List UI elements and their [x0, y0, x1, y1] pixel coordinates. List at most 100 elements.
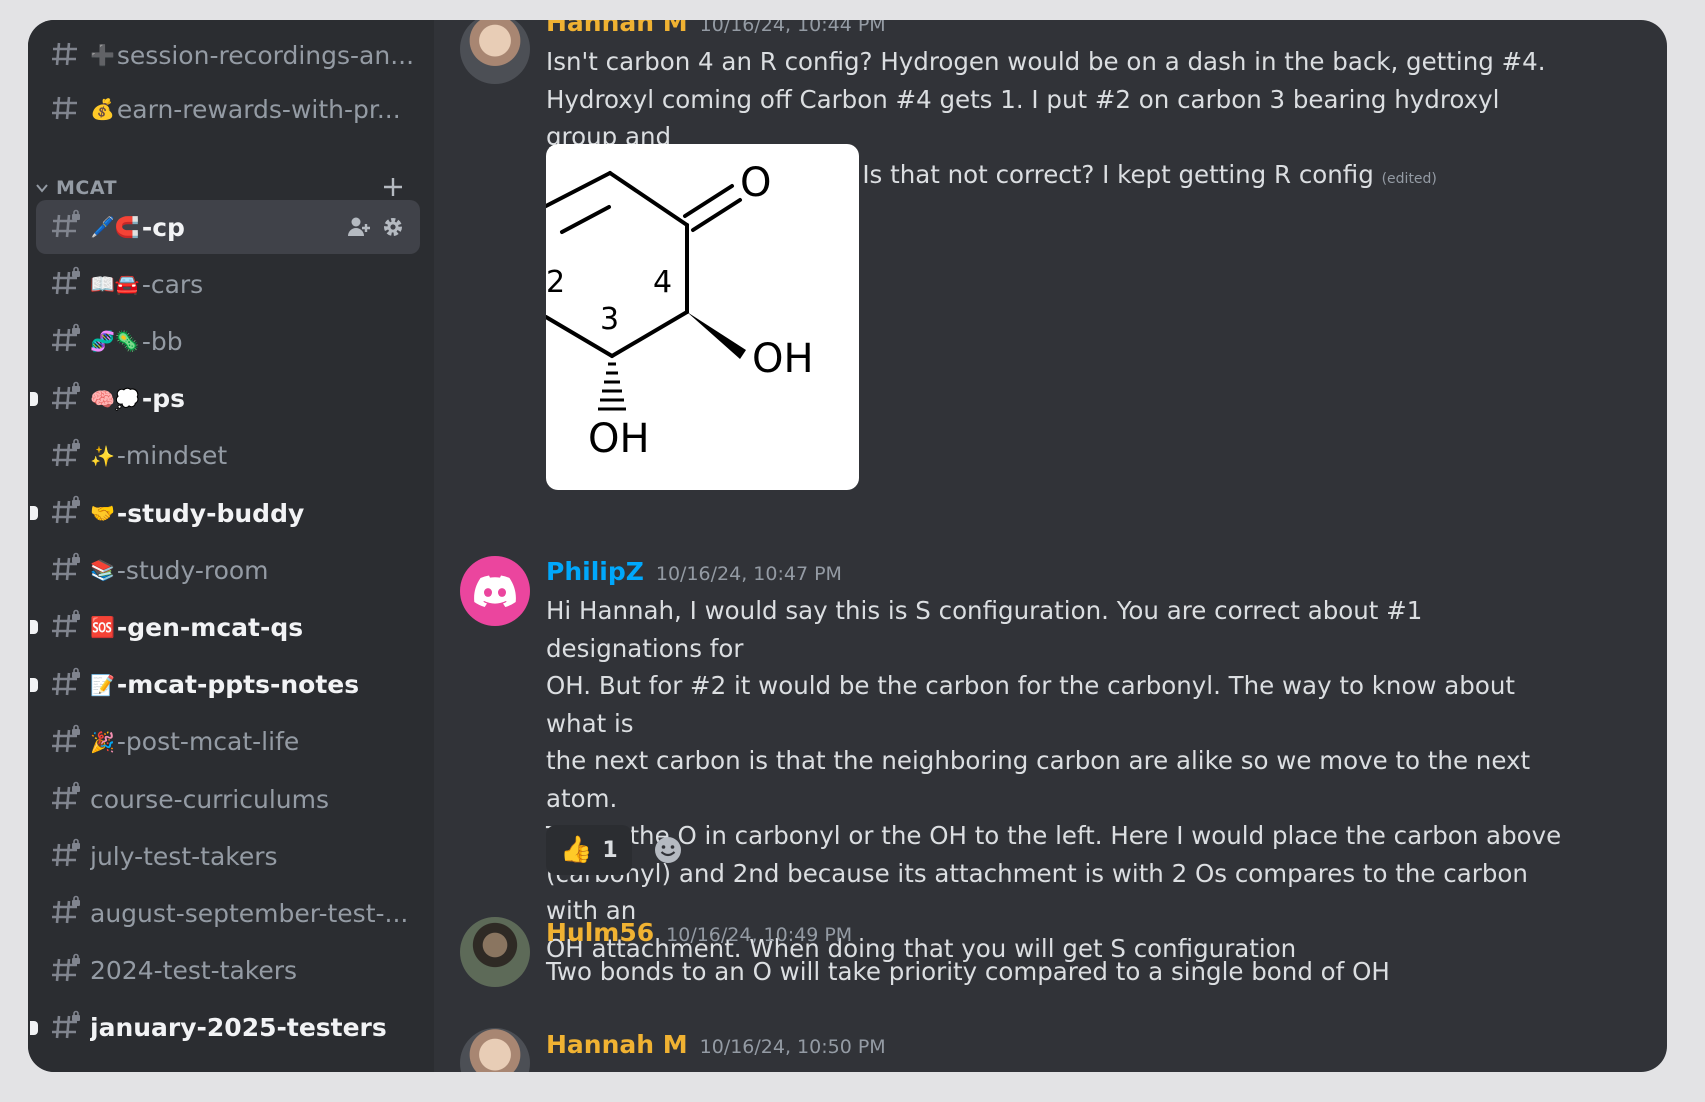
channel-item-mindset[interactable]: ✨ -mindset: [36, 429, 420, 483]
create-invite-icon[interactable]: [346, 214, 372, 240]
discord-logo-icon: [474, 575, 516, 607]
avatar[interactable]: [460, 1028, 530, 1072]
channel-item-bb[interactable]: 🧬🦠 -bb: [36, 314, 420, 368]
channel-name: -study-room: [116, 555, 269, 585]
channel-emoji: 💰: [90, 97, 115, 121]
reactions-bar: 👍 1: [546, 825, 694, 875]
message-timestamp: 10/16/24, 10:49 PM: [666, 924, 853, 946]
message-timestamp: 10/16/24, 10:47 PM: [655, 563, 842, 585]
carbon-number-3: 3: [600, 302, 619, 337]
channel-emoji: 📖🚘: [90, 272, 140, 297]
message-line: OH. But for #2 it would be the carbon fo…: [546, 671, 1515, 738]
edited-label: (edited): [1381, 170, 1437, 187]
channel-emoji: ➕: [90, 43, 115, 67]
channel-name: -gen-mcat-qs: [116, 612, 304, 642]
avatar[interactable]: [460, 20, 530, 84]
channel-name: -ps: [141, 384, 185, 414]
channel-tools: [346, 214, 406, 240]
locked-text-channel-icon: [50, 724, 90, 758]
avatar[interactable]: [460, 917, 530, 987]
message-line: the next carbon is that the neighboring …: [546, 746, 1531, 813]
chemical-structure-drawing: O OH OH 2 3 4: [546, 160, 814, 462]
add-reaction-button[interactable]: [642, 825, 694, 875]
locked-text-channel-icon: [50, 838, 90, 872]
hydroxyl-label-bottom: OH: [588, 416, 650, 462]
channel-item-cars[interactable]: 📖🚘 -cars: [36, 257, 420, 311]
message-author[interactable]: PhilipZ: [546, 557, 644, 586]
unread-indicator: [30, 1020, 38, 1035]
channel-itemaugust-september-test-...[interactable]: august-september-test-...: [36, 886, 420, 940]
message-author[interactable]: Hulm56: [546, 918, 654, 947]
channel-item-post-mcat-life[interactable]: 🎉 -post-mcat-life: [36, 715, 420, 769]
channel-name: -mindset: [116, 441, 228, 471]
locked-text-channel-icon: [50, 610, 90, 643]
chat-area: Hannah M 10/16/24, 10:44 PM Isn't carbon…: [434, 20, 1667, 1072]
locked-text-channel-icon: [50, 324, 90, 357]
channel-itemcourse-curriculums[interactable]: course-curriculums: [36, 772, 420, 826]
channel-emoji: 🖊️🧲: [90, 215, 140, 239]
channel-itemjuly-test-takers[interactable]: july-test-takers: [36, 829, 420, 883]
gear-icon[interactable]: [380, 214, 406, 240]
channel-emoji: 📝: [90, 672, 115, 697]
channel-sidebar: ➕ session-recordings-an... 💰 earn-reward…: [28, 20, 434, 1072]
locked-text-channel-icon: [50, 667, 90, 701]
unread-indicator: [30, 677, 38, 692]
message-author[interactable]: Hannah M: [546, 20, 688, 37]
message-content: Two bonds to an O will take priority com…: [546, 953, 1566, 991]
channel-item-earn-rewards[interactable]: 💰 earn-rewards-with-pr...: [36, 82, 420, 136]
reaction-thumbs-up[interactable]: 👍 1: [546, 825, 632, 875]
channel-name: august-september-test-...: [90, 898, 409, 928]
message-author[interactable]: Hannah M: [546, 1030, 688, 1059]
channel-item-cp[interactable]: 🖊️🧲 -cp: [36, 200, 420, 254]
channel-name: earn-rewards-with-pr...: [116, 94, 401, 124]
locked-text-channel-icon: [50, 552, 90, 586]
channel-name: -mcat-ppts-notes: [116, 670, 360, 700]
locked-text-channel-icon: [50, 781, 90, 815]
locked-text-channel-icon: [50, 896, 90, 929]
smiley-icon: [654, 837, 681, 863]
locked-text-channel-icon: [50, 381, 90, 415]
hydroxyl-label-right: OH: [752, 336, 814, 382]
channel-item2024-test-takers[interactable]: 2024-test-takers: [36, 944, 420, 998]
channel-name: -cp: [141, 212, 185, 242]
message-content: Hi Hannah, I would say this is S configu…: [546, 592, 1566, 967]
oxygen-label: O: [740, 160, 771, 206]
carbon-number-2: 2: [546, 265, 565, 300]
channel-item-study-buddy[interactable]: 🤝 -study-buddy: [30, 486, 420, 540]
channel-item-mcat-ppts-notes[interactable]: 📝 -mcat-ppts-notes: [30, 658, 420, 712]
text-channel-icon: [50, 39, 90, 71]
message-line: That’s the O in carbonyl or the OH to th…: [546, 821, 1562, 850]
reaction-count: 1: [602, 837, 618, 863]
add-channel-icon[interactable]: [380, 174, 406, 200]
unread-indicator: [30, 391, 38, 406]
channel-item-gen-mcat-qs[interactable]: 🆘 -gen-mcat-qs: [30, 600, 420, 654]
channel-item-session-recordings[interactable]: ➕ session-recordings-an...: [36, 28, 420, 82]
channel-item-study-room[interactable]: 📚 -study-room: [36, 543, 420, 597]
channel-itemjanuary-2025-testers[interactable]: january-2025-testers: [30, 1001, 420, 1055]
message-line: Two bonds to an O will take priority com…: [546, 957, 1390, 986]
channel-name: july-test-takers: [90, 841, 278, 871]
channel-name: -bb: [141, 326, 183, 356]
chemical-structure-image[interactable]: O OH OH 2 3 4: [546, 144, 859, 490]
channel-name: -cars: [141, 269, 204, 299]
channel-name: session-recordings-an...: [116, 40, 415, 70]
locked-text-channel-icon: [50, 495, 90, 529]
channel-emoji: 🆘: [90, 615, 115, 640]
channel-emoji: 🤝: [90, 501, 115, 525]
locked-text-channel-icon: [50, 438, 90, 472]
channel-emoji: 🧬🦠: [90, 329, 140, 354]
avatar[interactable]: [460, 556, 530, 626]
message-timestamp: 10/16/24, 10:50 PM: [699, 1036, 886, 1058]
chevron-down-icon: [36, 184, 48, 193]
channel-name: -study-buddy: [116, 498, 305, 528]
unread-indicator: [30, 620, 38, 635]
message-timestamp: 10/16/24, 10:44 PM: [699, 20, 886, 36]
channel-item-ps[interactable]: 🧠💭 -ps: [30, 372, 420, 426]
text-channel-icon: [50, 93, 90, 125]
carbon-number-4: 4: [653, 265, 672, 300]
category-name: MCAT: [56, 177, 118, 199]
channel-name: course-curriculums: [90, 784, 330, 814]
channel-emoji: 🎉: [90, 729, 115, 754]
discord-window: ➕ session-recordings-an... 💰 earn-reward…: [28, 20, 1667, 1072]
locked-text-channel-icon: [50, 953, 90, 987]
